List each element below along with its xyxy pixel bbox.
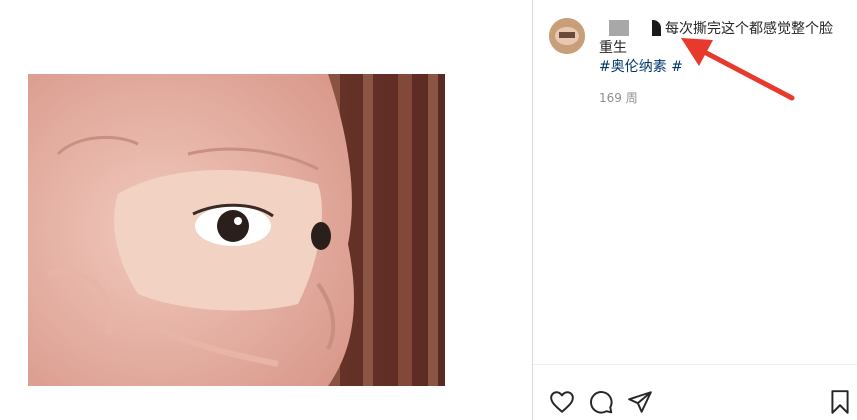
annotation-arrow bbox=[681, 38, 795, 101]
post-timestamp[interactable]: 169 周 bbox=[599, 89, 638, 106]
avatar[interactable] bbox=[549, 18, 585, 54]
comment-button[interactable] bbox=[588, 389, 614, 415]
post-media-pane bbox=[0, 0, 532, 420]
action-bar-divider bbox=[533, 364, 857, 365]
share-icon bbox=[627, 389, 653, 415]
post-caption: 每次撕完这个都感觉整个脸重生 bbox=[599, 20, 839, 58]
like-button[interactable] bbox=[549, 389, 575, 415]
save-button[interactable] bbox=[827, 389, 853, 415]
bookmark-icon bbox=[827, 389, 853, 415]
share-button[interactable] bbox=[627, 389, 653, 415]
comment-icon bbox=[588, 389, 614, 415]
username-redacted[interactable] bbox=[599, 20, 661, 36]
hashtag-link[interactable]: #奥伦纳素 # bbox=[599, 58, 683, 77]
post-photo[interactable] bbox=[28, 74, 445, 386]
heart-icon bbox=[549, 389, 575, 415]
post-info-pane: 每次撕完这个都感觉整个脸重生 #奥伦纳素 # 169 周 bbox=[533, 0, 857, 420]
